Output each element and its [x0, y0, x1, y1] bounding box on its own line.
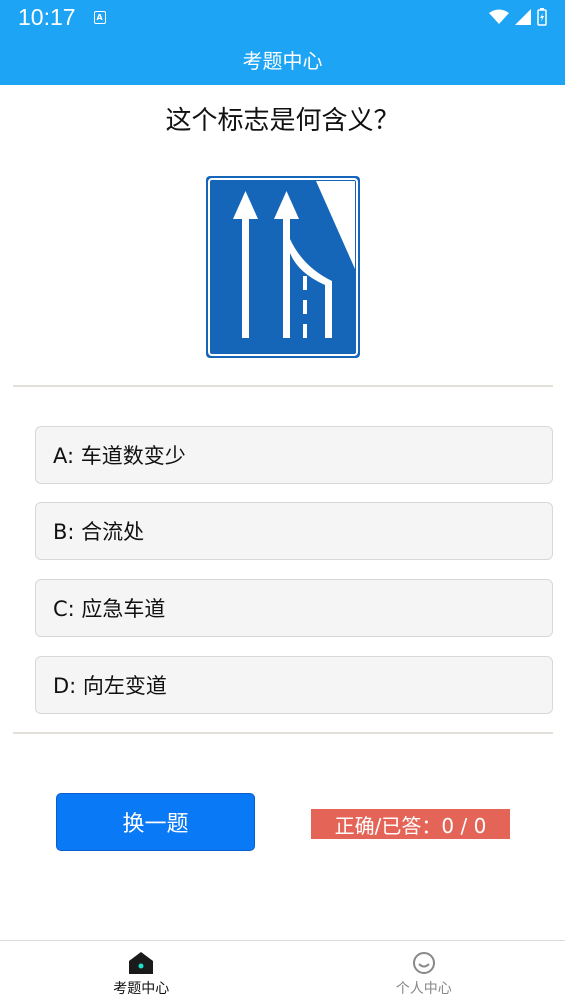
option-b[interactable]: B: 合流处	[35, 502, 553, 560]
signal-icon	[515, 9, 531, 25]
option-c[interactable]: C: 应急车道	[35, 579, 553, 637]
status-time: 10:17	[18, 3, 76, 30]
nav-item-personal-center[interactable]: 个人中心	[283, 941, 565, 1004]
status-icons	[489, 8, 547, 26]
next-question-button[interactable]: 换一题	[56, 793, 255, 851]
option-d[interactable]: D: 向左变道	[35, 656, 553, 714]
nav-item-exam-center[interactable]: 考题中心	[0, 941, 283, 1004]
smiley-icon	[412, 952, 435, 974]
lane-reduction-sign-image	[203, 173, 363, 361]
divider-bottom	[13, 732, 553, 734]
divider-top	[13, 385, 553, 387]
nav-label-personal-center: 个人中心	[395, 981, 452, 997]
app-bar: 考题中心	[0, 34, 565, 85]
score-badge: 正确/已答：0 / 0	[311, 809, 510, 839]
home-icon	[129, 952, 154, 974]
status-bar: 10:17 A	[0, 0, 565, 34]
option-a[interactable]: A: 车道数变少	[35, 426, 553, 484]
bottom-nav: 考题中心 个人中心	[0, 940, 565, 1004]
wifi-icon	[489, 9, 509, 24]
page-title: 考题中心	[242, 49, 323, 73]
notification-a-icon: A	[93, 10, 106, 24]
nav-label-exam-center: 考题中心	[113, 981, 170, 997]
question-text: 这个标志是何含义？	[165, 106, 400, 136]
battery-icon	[537, 8, 547, 26]
